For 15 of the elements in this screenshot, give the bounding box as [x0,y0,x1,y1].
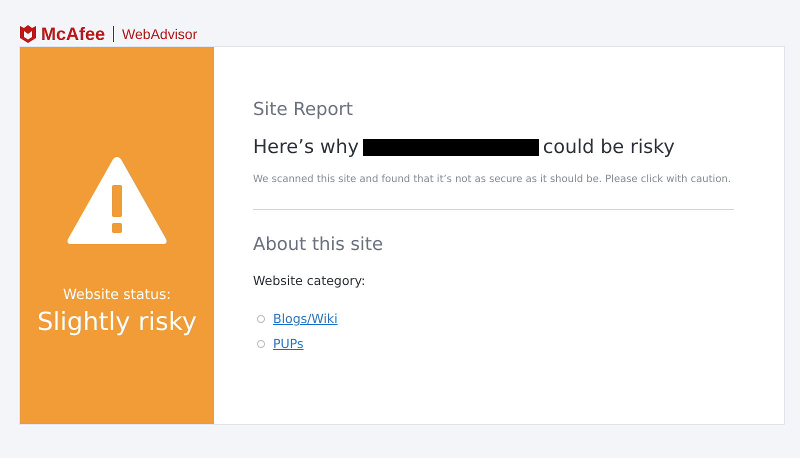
section-title: Site Report [253,99,354,120]
heading-text: Here’s why [253,136,359,158]
category-link[interactable]: Blogs/Wiki [273,311,338,326]
heading-text: could be risky [542,136,675,158]
status-label: Website status: [63,287,171,303]
brand-name: McAfee [41,24,106,44]
bullet-icon [257,314,265,322]
description-text: We scanned this site and found that it’s not as secure as it should be. Please click with caution. [253,174,732,185]
category-label: Website category: [253,273,366,288]
section-title: About this site [253,234,384,255]
status-value: Slightly risky [37,307,197,336]
category-link[interactable]: PUPs [273,336,304,351]
bullet-icon [257,340,265,348]
product-name: WebAdvisor [122,26,198,42]
shield-logo-icon [19,24,37,44]
